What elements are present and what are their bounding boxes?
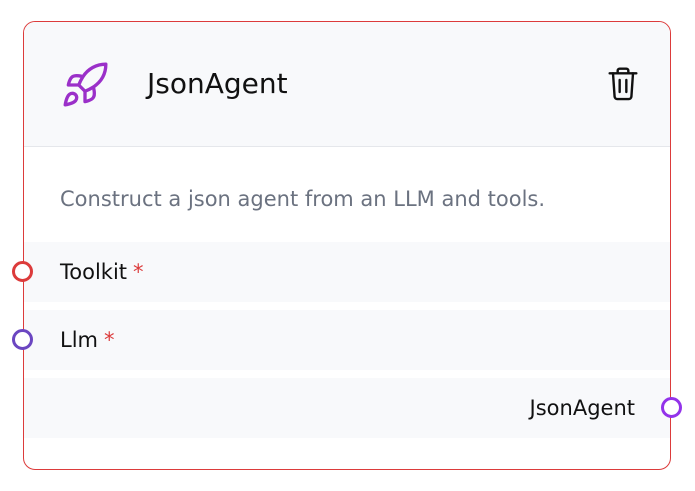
required-marker: *	[104, 328, 115, 352]
node-header: JsonAgent	[24, 22, 670, 147]
delete-button[interactable]	[607, 66, 639, 102]
node-description: Construct a json agent from an LLM and t…	[60, 187, 546, 211]
trash-icon	[608, 67, 638, 101]
toolkit-input-handle[interactable]	[12, 261, 33, 282]
field-row-llm: Llm *	[12, 310, 670, 370]
toolkit-label-text: Toolkit	[60, 260, 128, 284]
field-row-toolkit: Toolkit *	[12, 242, 670, 302]
output-label: JsonAgent	[529, 396, 635, 420]
output-handle[interactable]	[661, 397, 682, 418]
rocket-icon	[60, 60, 110, 110]
llm-label-text: Llm	[60, 328, 98, 352]
field-label-llm: Llm *	[60, 325, 115, 355]
json-agent-node[interactable]: JsonAgent Construct a json agent from an…	[12, 21, 682, 470]
field-label-toolkit: Toolkit *	[60, 257, 144, 287]
node-title: JsonAgent	[147, 67, 288, 100]
llm-input-handle[interactable]	[12, 329, 33, 350]
output-row: JsonAgent	[24, 378, 682, 438]
required-marker: *	[133, 260, 144, 284]
